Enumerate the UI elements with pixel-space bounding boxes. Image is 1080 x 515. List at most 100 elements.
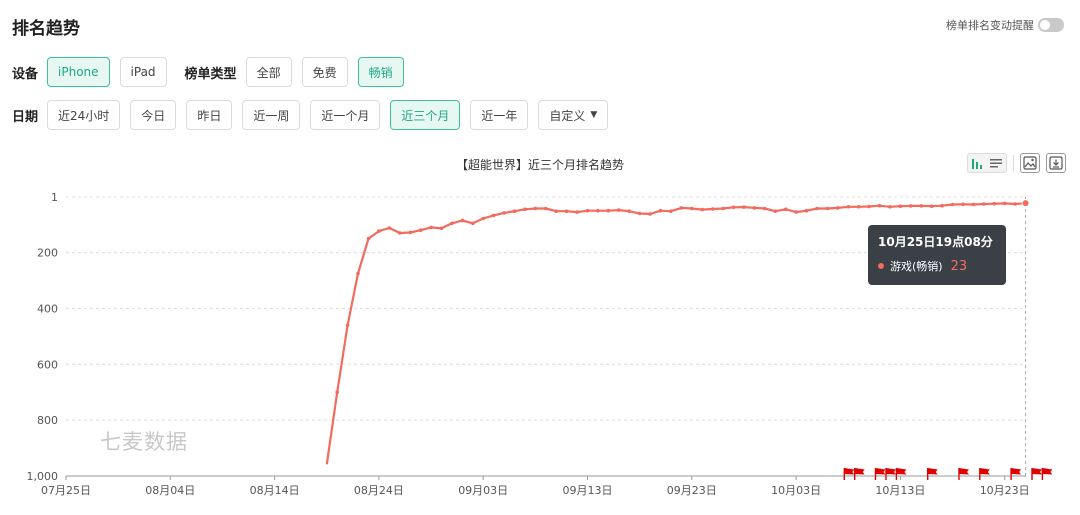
y-tick-label: 400 <box>37 302 58 315</box>
data-point <box>794 210 798 214</box>
data-point <box>731 205 736 210</box>
x-tick-label: 09月23日 <box>667 484 717 497</box>
data-point <box>961 202 965 207</box>
data-point <box>335 390 340 395</box>
data-point <box>606 208 611 213</box>
data-point <box>804 208 809 213</box>
flag-icon[interactable] <box>854 468 865 480</box>
x-tick-label: 08月14日 <box>250 484 300 497</box>
data-point <box>637 211 642 216</box>
data-point <box>398 231 402 235</box>
data-point <box>585 208 590 213</box>
data-point <box>617 208 621 212</box>
flag-icon[interactable] <box>979 468 990 480</box>
data-point <box>387 226 392 230</box>
data-point <box>773 209 777 213</box>
data-point <box>377 229 381 233</box>
data-point <box>856 205 861 209</box>
data-point <box>502 211 506 215</box>
flag-icon[interactable] <box>1031 468 1042 480</box>
data-point <box>763 206 767 211</box>
flag-icon[interactable] <box>885 468 896 480</box>
x-tick-label: 09月13日 <box>563 484 613 497</box>
data-point <box>471 221 475 226</box>
data-point <box>450 221 454 226</box>
x-tick-label: 08月24日 <box>354 484 404 497</box>
data-point <box>909 204 913 208</box>
flag-icon[interactable] <box>843 468 855 480</box>
data-point <box>575 210 579 214</box>
data-point <box>408 230 413 235</box>
watermark: 七麦数据 <box>100 430 188 454</box>
data-point <box>971 202 976 207</box>
data-point <box>898 204 903 208</box>
x-tick-label: 10月23日 <box>980 484 1030 497</box>
data-point <box>596 208 600 213</box>
data-point <box>564 209 569 213</box>
flag-icon[interactable] <box>895 468 907 480</box>
chart-tooltip: 10月25日19点08分 游戏(畅销) 23 <box>868 225 1006 285</box>
data-point <box>867 204 871 209</box>
data-point <box>533 206 538 211</box>
tooltip-time: 10月25日19点08分 <box>878 235 993 249</box>
flag-icon[interactable] <box>958 468 969 480</box>
data-point <box>888 205 892 209</box>
data-point <box>491 213 496 218</box>
data-point <box>439 226 444 231</box>
data-point <box>783 207 788 212</box>
x-tick-label: 08月04日 <box>145 484 195 497</box>
data-point <box>929 204 934 208</box>
data-point <box>846 205 851 209</box>
y-tick-label: 1 <box>51 191 58 204</box>
hover-point <box>1021 199 1030 208</box>
flag-icon[interactable] <box>1010 468 1022 480</box>
data-point <box>742 205 746 209</box>
tooltip-value: 23 <box>950 258 968 274</box>
data-point <box>366 236 371 241</box>
data-point <box>523 207 527 212</box>
data-point <box>752 206 757 210</box>
data-point <box>554 209 558 213</box>
data-point <box>877 203 882 208</box>
data-point <box>1002 201 1007 206</box>
data-point <box>700 207 704 212</box>
y-tick-label: 800 <box>37 414 58 427</box>
data-point <box>345 323 350 328</box>
flag-icon[interactable] <box>1041 468 1053 480</box>
data-point <box>982 202 986 206</box>
tooltip-row: 游戏(畅销) 23 <box>878 258 996 274</box>
data-point <box>658 208 663 213</box>
data-point <box>1013 202 1017 206</box>
tooltip-series-dot <box>878 263 884 269</box>
flag-icon[interactable] <box>874 468 886 480</box>
data-point <box>356 271 360 276</box>
data-point <box>690 206 694 211</box>
data-point <box>418 228 423 232</box>
data-point <box>460 218 465 223</box>
x-tick-label: 09月03日 <box>458 484 508 497</box>
flag-icon[interactable] <box>927 468 938 480</box>
data-point <box>710 207 715 211</box>
data-point <box>544 206 548 211</box>
data-point <box>836 206 840 210</box>
data-point <box>919 204 924 208</box>
tooltip-series-name: 游戏(畅销) <box>890 260 943 273</box>
data-point <box>940 203 944 208</box>
data-point <box>815 206 819 211</box>
data-point <box>679 206 684 210</box>
data-point <box>825 206 830 211</box>
x-tick-label: 10月13日 <box>875 484 925 497</box>
data-point <box>950 202 955 207</box>
y-tick-label: 1,000 <box>27 470 59 483</box>
data-point <box>429 225 433 230</box>
data-point <box>481 216 486 221</box>
data-point <box>648 212 652 216</box>
data-point <box>512 209 517 213</box>
y-tick-label: 600 <box>37 358 58 371</box>
data-point <box>721 206 725 211</box>
x-tick-label: 10月03日 <box>771 484 821 497</box>
data-point <box>627 209 631 213</box>
data-point <box>992 201 997 206</box>
y-tick-label: 200 <box>37 247 58 260</box>
x-tick-label: 07月25日 <box>41 484 91 497</box>
